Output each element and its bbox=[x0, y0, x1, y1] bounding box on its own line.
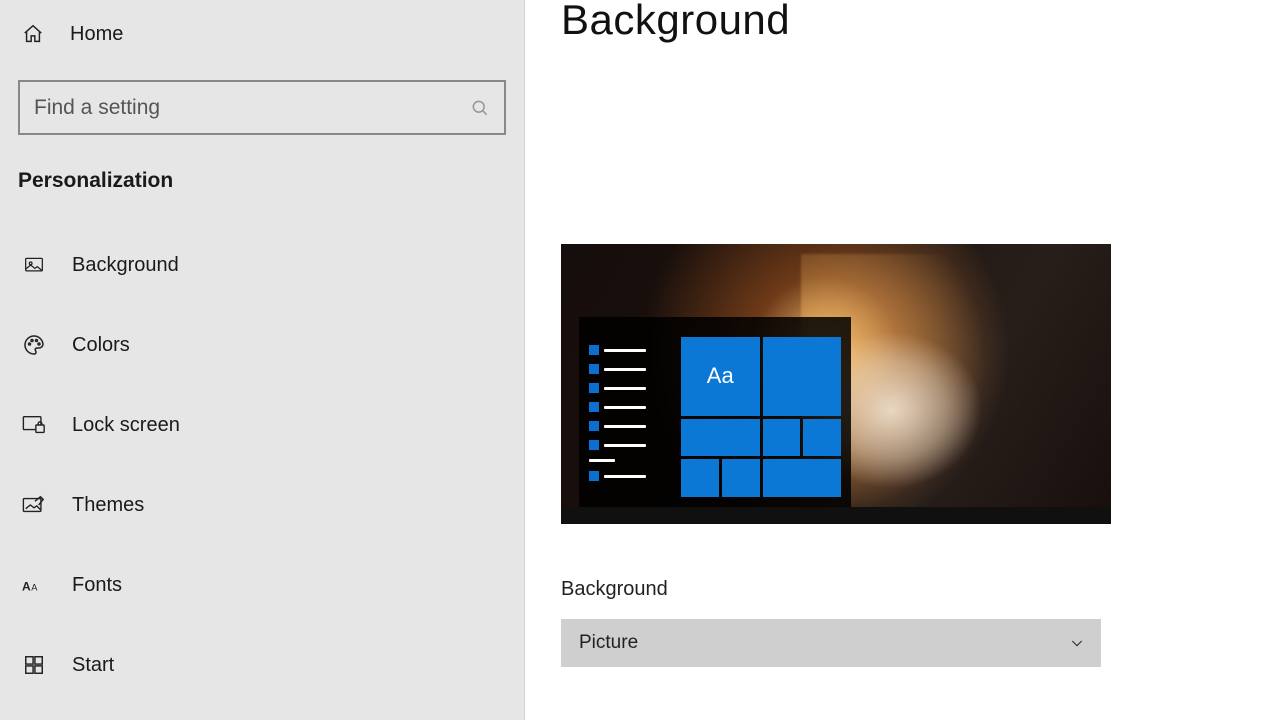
preview-sample-text: Aa bbox=[707, 363, 734, 389]
home-icon bbox=[22, 23, 44, 45]
desktop-preview: Aa bbox=[561, 244, 1111, 524]
sidebar-item-label: Fonts bbox=[72, 574, 122, 597]
home-label: Home bbox=[70, 23, 123, 46]
preview-taskbar bbox=[561, 507, 1111, 524]
search-box[interactable] bbox=[18, 80, 506, 135]
sidebar-group-header: Personalization bbox=[0, 135, 524, 193]
sidebar-item-label: Themes bbox=[72, 494, 144, 517]
search-input[interactable] bbox=[34, 96, 470, 120]
sidebar-item-lockscreen[interactable]: Lock screen bbox=[0, 395, 524, 455]
background-dropdown-label: Background bbox=[561, 578, 1280, 601]
settings-sidebar: Home Personalization Background bbox=[0, 0, 525, 720]
dropdown-value: Picture bbox=[579, 632, 638, 654]
sidebar-item-label: Background bbox=[72, 254, 179, 277]
chevron-down-icon bbox=[1069, 635, 1085, 651]
sidebar-item-colors[interactable]: Colors bbox=[0, 315, 524, 375]
preview-sample-tile: Aa bbox=[681, 337, 760, 416]
page-title: Background bbox=[561, 0, 1280, 44]
settings-content: Background Aa bbox=[525, 0, 1280, 720]
home-link[interactable]: Home bbox=[0, 6, 524, 62]
start-icon bbox=[22, 653, 46, 677]
sidebar-item-start[interactable]: Start bbox=[0, 635, 524, 695]
sidebar-item-label: Start bbox=[72, 654, 114, 677]
palette-icon bbox=[22, 333, 46, 357]
preview-app-list bbox=[589, 345, 646, 481]
sidebar-item-themes[interactable]: Themes bbox=[0, 475, 524, 535]
themes-icon bbox=[22, 493, 46, 517]
fonts-icon: A A bbox=[22, 573, 46, 597]
sidebar-nav: Background Colors bbox=[0, 235, 524, 695]
search-icon bbox=[470, 98, 490, 118]
sidebar-item-fonts[interactable]: A A Fonts bbox=[0, 555, 524, 615]
background-dropdown[interactable]: Picture bbox=[561, 619, 1101, 667]
sidebar-item-label: Lock screen bbox=[72, 414, 180, 437]
sidebar-item-label: Colors bbox=[72, 334, 130, 357]
svg-text:A: A bbox=[22, 580, 31, 594]
preview-start-menu: Aa bbox=[579, 317, 851, 507]
picture-icon bbox=[22, 253, 46, 277]
preview-tiles: Aa bbox=[681, 337, 841, 497]
lock-screen-icon bbox=[22, 413, 46, 437]
sidebar-item-background[interactable]: Background bbox=[0, 235, 524, 295]
svg-text:A: A bbox=[31, 583, 38, 593]
